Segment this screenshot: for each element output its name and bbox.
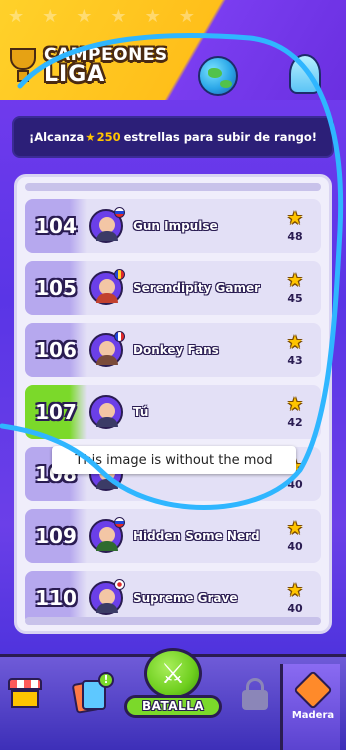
avatar[interactable]	[89, 269, 125, 305]
shop-icon[interactable]	[6, 676, 44, 714]
banner-suffix: estrellas para subir de rango!	[123, 130, 318, 144]
flag-icon	[114, 331, 125, 342]
star-icon: ★	[286, 207, 304, 229]
star-icon: ★	[286, 331, 304, 353]
star-icon: ★	[144, 6, 161, 27]
star-count: 42	[287, 415, 303, 429]
avatar[interactable]	[89, 517, 125, 553]
flag-icon	[114, 269, 125, 280]
list-bottom-rail	[25, 617, 321, 625]
star-count: 45	[287, 291, 303, 305]
banner-prefix: ¡Alcanza	[28, 130, 85, 144]
notification-badge: !	[98, 672, 114, 688]
trophy-icon	[8, 46, 38, 86]
avatar[interactable]	[89, 331, 125, 367]
player-name: Donkey Fans	[133, 343, 219, 357]
league-header: ★ ★ ★ ★ ★ ★ CAMPEONES LIGA	[0, 0, 346, 100]
player-stars: ★ 40	[273, 579, 317, 615]
star-count: 48	[287, 229, 303, 243]
battle-button[interactable]: ⚔ BATALLA	[124, 648, 222, 718]
header-star-pattern: ★ ★ ★ ★ ★ ★	[0, 0, 195, 40]
player-stars: ★ 40	[273, 517, 317, 553]
star-count: 43	[287, 353, 303, 367]
row-rank: 104	[25, 199, 87, 253]
star-icon: ★	[286, 269, 304, 291]
player-name: Tú	[133, 405, 149, 419]
player-name: Supreme Grave	[133, 591, 238, 605]
battle-label: BATALLA	[124, 694, 222, 718]
star-icon: ★	[8, 6, 25, 27]
league-title-line2: LIGA	[44, 61, 106, 87]
avatar[interactable]	[89, 579, 125, 615]
player-name: Serendipity Gamer	[133, 281, 261, 295]
list-top-rail	[25, 183, 321, 191]
leaderboard-row-me[interactable]: 107 Tú ★ 42	[25, 385, 321, 439]
star-count: 40	[287, 539, 303, 553]
madera-label: Madera	[291, 710, 335, 721]
flag-icon	[114, 517, 125, 528]
player-stars: ★ 43	[273, 331, 317, 367]
flag-icon	[114, 579, 125, 590]
madera-league-icon	[293, 670, 333, 710]
globe-icon[interactable]	[198, 56, 238, 96]
leaderboard-row[interactable]: 104 Gun Impulse ★ 48	[25, 199, 321, 253]
lock-icon[interactable]	[236, 676, 274, 714]
league-title: CAMPEONES LIGA	[8, 46, 168, 86]
star-icon: ★	[178, 6, 195, 27]
row-rank: 105	[25, 261, 87, 315]
star-icon: ★	[286, 393, 304, 415]
star-icon: ★	[286, 517, 304, 539]
star-icon: ★	[85, 130, 96, 144]
player-stars: ★ 42	[273, 393, 317, 429]
cards-icon[interactable]: !	[71, 672, 114, 714]
avatar[interactable]	[89, 207, 125, 243]
league-title-line1: CAMPEONES	[44, 44, 168, 65]
player-name: Hidden Some Nerd	[133, 529, 260, 543]
star-icon: ★	[76, 6, 93, 27]
player-name: Gun Impulse	[133, 219, 218, 233]
leaderboard-row[interactable]: 109 Hidden Some Nerd ★ 40	[25, 509, 321, 563]
player-stars: ★ 48	[273, 207, 317, 243]
leaderboard-row[interactable]: 105 Serendipity Gamer ★ 45	[25, 261, 321, 315]
star-count: 40	[287, 601, 303, 615]
leaderboard-list[interactable]: 104 Gun Impulse ★ 48 105 Serendipity Gam…	[14, 174, 332, 634]
madera-league-tab[interactable]: Madera	[280, 664, 340, 750]
row-rank: 107	[25, 385, 87, 439]
leaderboard-row[interactable]: 106 Donkey Fans ★ 43	[25, 323, 321, 377]
avatar[interactable]	[89, 395, 123, 429]
star-icon: ★	[42, 6, 59, 27]
overlay-caption: This image is without the mod	[52, 446, 296, 474]
rank-up-banner: ¡Alcanza ★ 250 estrellas para subir de r…	[12, 116, 334, 158]
player-stars: ★ 45	[273, 269, 317, 305]
star-icon: ★	[286, 579, 304, 601]
league-badge-icon[interactable]	[282, 48, 328, 98]
star-count: 40	[287, 477, 303, 491]
row-rank: 106	[25, 323, 87, 377]
banner-stars-needed: 250	[96, 130, 121, 144]
flag-icon	[114, 207, 125, 218]
crossed-swords-icon: ⚔	[144, 648, 202, 699]
star-icon: ★	[110, 6, 127, 27]
row-rank: 109	[25, 509, 87, 563]
